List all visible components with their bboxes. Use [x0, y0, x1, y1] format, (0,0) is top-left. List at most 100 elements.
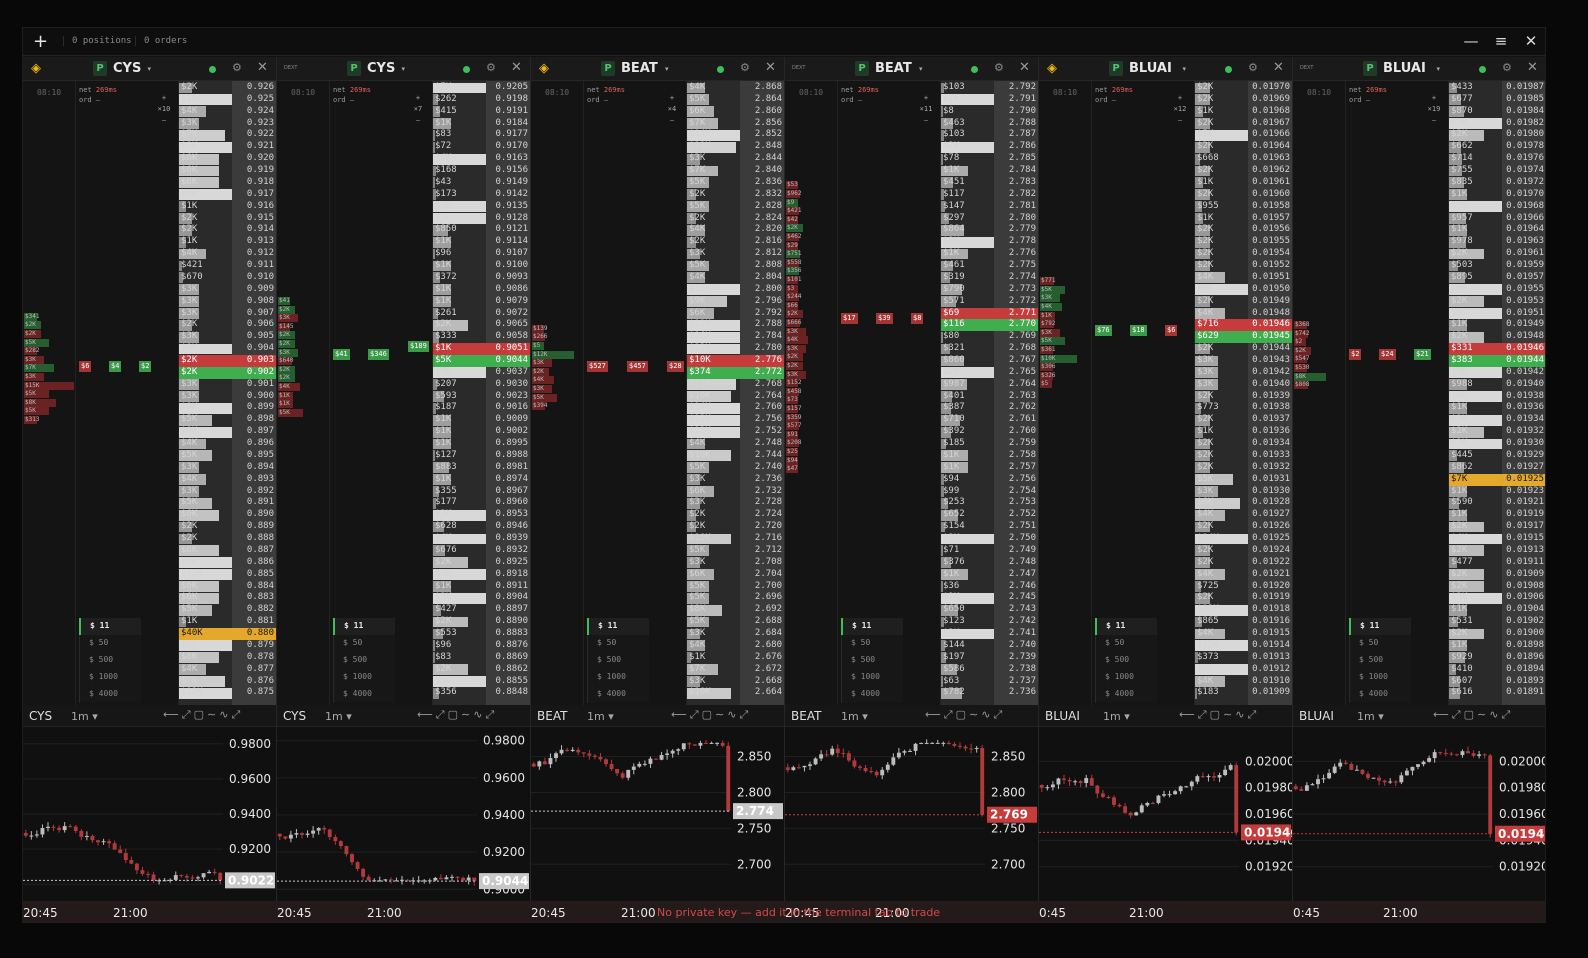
orderbook-row[interactable]: $103 2.792 — [941, 82, 1038, 94]
orderbook-row[interactable]: $40K 0.880 — [179, 628, 276, 640]
orderbook-row[interactable]: $3K 0.01930 — [1449, 438, 1545, 450]
orderbook-row[interactable]: $3K 0.909 — [179, 284, 276, 296]
orderbook-row[interactable]: $1K 0.9009 — [433, 414, 530, 426]
orderbook-row[interactable]: $3K 0.01943 — [1195, 355, 1292, 367]
orderbook-row[interactable]: $3K 0.01906 — [1449, 592, 1545, 604]
wave-tool-icon[interactable]: ∼ — [715, 708, 727, 721]
orderbook-row[interactable]: $99 2.754 — [941, 486, 1038, 498]
orderbook-row[interactable]: $321 2.768 — [941, 343, 1038, 355]
close-icon[interactable]: ✕ — [1527, 60, 1538, 75]
orderbook-row[interactable]: $1K 0.01968 — [1195, 106, 1292, 118]
orderbook-row[interactable]: $2K 0.01964 — [1195, 141, 1292, 153]
rect-tool-icon[interactable]: ▢ — [1464, 708, 1477, 721]
orderbook-row[interactable]: $410 0.01894 — [1449, 664, 1545, 676]
orderbook-row[interactable]: $3K 0.01940 — [1195, 379, 1292, 391]
price-chart[interactable]: BEAT 1m ▾ ⟵⤢▢∼∿⤢ 2.850 2.800 2.750 2.700 2.774 — [531, 705, 785, 901]
orderbook-row[interactable]: $69 2.771 — [941, 307, 1038, 320]
order-size-option[interactable]: $ 11 — [587, 618, 649, 635]
arrow-left-icon[interactable]: ⟵ — [417, 708, 436, 721]
timeframe-selector[interactable]: 1m ▾ — [71, 710, 98, 723]
orderbook-row[interactable]: $2K 2.745 — [941, 592, 1038, 604]
orderbook-row[interactable]: $2K 0.01980 — [1449, 129, 1545, 141]
orderbook-row[interactable]: $2K 0.01948 — [1449, 331, 1545, 343]
orderbook-row[interactable]: $6K 0.01928 — [1195, 497, 1292, 509]
orderbook-row[interactable]: $8 2.790 — [941, 106, 1038, 118]
drawing-tools[interactable]: ⟵⤢▢∼∿⤢ — [671, 708, 751, 722]
orderbook-row[interactable]: $586 2.738 — [941, 664, 1038, 676]
orderbook-row[interactable]: $13K 0.885 — [179, 569, 276, 581]
orderbook-row[interactable]: $714 0.01976 — [1449, 153, 1545, 165]
orderbook-row[interactable]: $1K 0.8995 — [433, 438, 530, 450]
orderbook-row[interactable]: $2K 0.01970 — [1195, 82, 1292, 94]
order-size-option[interactable]: $ 4000 — [1095, 686, 1157, 703]
orderbook-row[interactable]: $3K 0.01942 — [1449, 367, 1545, 379]
gear-icon[interactable]: ⚙ — [486, 61, 496, 74]
layout-icon[interactable]: ≡ — [1490, 32, 1512, 52]
orderbook-row[interactable]: $5K 2.700 — [687, 581, 784, 593]
arrow-left-icon[interactable]: ⟵ — [671, 708, 690, 721]
order-size-option[interactable]: $ 50 — [841, 635, 903, 652]
orderbook-row[interactable]: $355 0.8967 — [433, 486, 530, 498]
orderbook-row[interactable]: $10K 2.716 — [687, 533, 784, 545]
orderbook-row[interactable]: $2K 0.01962 — [1195, 165, 1292, 177]
close-icon[interactable]: ✕ — [765, 60, 776, 75]
orderbook-row[interactable]: $3K 0.9037 — [433, 367, 530, 379]
order-size-option[interactable]: $ 50 — [1349, 635, 1411, 652]
orderbook-row[interactable]: $895 0.01957 — [1449, 272, 1545, 284]
zoom-out-icon[interactable]: – — [1169, 115, 1191, 126]
orderbook-row[interactable]: $6K 2.860 — [687, 106, 784, 118]
orderbook-row[interactable]: $5K 2.712 — [687, 545, 784, 557]
orderbook-row[interactable]: $13K 2.800 — [687, 284, 784, 296]
order-size-option[interactable]: $ 500 — [333, 652, 395, 669]
orderbook-row[interactable]: $94 2.756 — [941, 474, 1038, 486]
orderbook-row[interactable]: $4K 2.804 — [687, 272, 784, 284]
orderbook-row[interactable]: $1K 0.01923 — [1449, 486, 1545, 498]
rect-tool-icon[interactable]: ▢ — [448, 708, 461, 721]
orderbook-row[interactable]: $590 0.01921 — [1449, 497, 1545, 509]
curve-tool-icon[interactable]: ∿ — [1235, 708, 1247, 721]
orderbook-row[interactable]: $2K 0.903 — [179, 355, 276, 367]
order-size-option[interactable]: $ 4000 — [841, 686, 903, 703]
order-size-option[interactable]: $ 4000 — [587, 686, 649, 703]
orderbook-row[interactable]: $629 0.01945 — [1195, 331, 1292, 344]
order-size-option[interactable]: $ 1000 — [1095, 669, 1157, 686]
orderbook-row[interactable]: $392 2.760 — [941, 426, 1038, 438]
order-size-option[interactable]: $ 1000 — [79, 669, 141, 686]
orderbook-row[interactable]: $8K 0.921 — [179, 141, 276, 153]
orderbook-row[interactable]: $12K 2.756 — [687, 414, 784, 426]
orderbook-row[interactable]: $187 0.9016 — [433, 402, 530, 414]
orderbook-row[interactable]: $183 0.01909 — [1195, 687, 1292, 699]
wave-tool-icon[interactable]: ∼ — [207, 708, 219, 721]
line-tool-icon[interactable]: ⤢ — [1198, 708, 1210, 721]
orderbook-row[interactable]: $8K 0.897 — [179, 426, 276, 438]
orderbook-row[interactable]: $1K 0.9002 — [433, 426, 530, 438]
orderbook-row[interactable]: $374 2.772 — [687, 366, 784, 379]
zoom-in-icon[interactable]: + — [1423, 93, 1445, 104]
orderbook-row[interactable]: $3K 2.812 — [687, 248, 784, 260]
orderbook-row[interactable]: $5K 2.828 — [687, 201, 784, 213]
rect-tool-icon[interactable]: ▢ — [956, 708, 969, 721]
arrow-left-icon[interactable]: ⟵ — [1433, 708, 1452, 721]
orderbook-row[interactable]: $7K 2.672 — [687, 664, 784, 676]
line-tool-icon[interactable]: ⤢ — [690, 708, 702, 721]
orderbook-row[interactable]: $4K 2.680 — [687, 640, 784, 652]
zoom-control[interactable]: + ×19– — [1423, 93, 1445, 126]
orderbook-row[interactable]: $5K 2.836 — [687, 177, 784, 189]
candlestick-chart[interactable]: 0.020000.019800.019600.019400.019200.019… — [1293, 727, 1546, 901]
orderbook-row[interactable]: $5K 0.01951 — [1449, 308, 1545, 320]
orderbook-row[interactable]: $835 0.01972 — [1449, 177, 1545, 189]
order-size-option[interactable]: $ 500 — [79, 652, 141, 669]
orderbook-row[interactable]: $1K 0.01961 — [1195, 177, 1292, 189]
zoom-in-icon[interactable]: + — [407, 93, 429, 104]
expand-icon[interactable]: ⤢ — [739, 708, 751, 721]
orderbook-row[interactable]: $929 0.01896 — [1449, 652, 1545, 664]
orderbook-row[interactable]: $1K 0.01957 — [1195, 213, 1292, 225]
orderbook-row[interactable]: $865 0.01916 — [1195, 616, 1292, 628]
orderbook-row[interactable]: $2K 0.01956 — [1195, 224, 1292, 236]
orderbook-row[interactable]: $3K 2.778 — [941, 236, 1038, 248]
orderbook-row[interactable]: $2K 0.01909 — [1449, 569, 1545, 581]
orderbook-row[interactable]: $116 2.770 — [941, 319, 1038, 332]
drawing-tools[interactable]: ⟵⤢▢∼∿⤢ — [925, 708, 1005, 722]
orderbook-row[interactable]: $8K 0.899 — [179, 402, 276, 414]
orderbook-row[interactable]: $319 2.774 — [941, 272, 1038, 284]
